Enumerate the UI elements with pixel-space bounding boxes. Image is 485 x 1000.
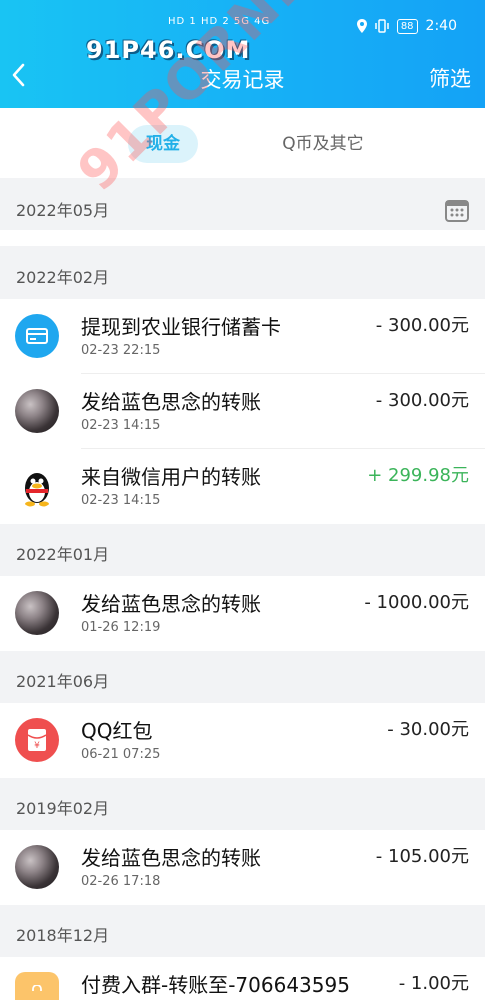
battery-level: 88 — [396, 18, 418, 34]
qq-penguin-icon — [15, 464, 59, 508]
item-title: 付费入群-转账至-706643595 — [81, 973, 350, 997]
transaction-list: 提现到农业银行储蓄卡 02-23 22:15 - 300.00元 发给蓝色思念的… — [0, 299, 485, 524]
item-amount: - 1.00元 — [398, 973, 469, 994]
item-title: 提现到农业银行储蓄卡 — [81, 315, 281, 339]
transaction-list: ¥ QQ红包 06-21 07:25 - 30.00元 — [0, 703, 485, 778]
header-bar: HD 1 HD 2 5G 4G 88 2:40 91P46.COM 交易记录 筛… — [0, 0, 485, 108]
item-title: 发给蓝色思念的转账 — [81, 846, 261, 870]
user-avatar — [15, 591, 59, 635]
item-title: 发给蓝色思念的转账 — [81, 390, 261, 414]
item-amount: - 105.00元 — [375, 846, 469, 867]
item-title: QQ红包 — [81, 719, 153, 743]
item-time: 06-21 07:25 — [81, 747, 161, 762]
nav-bar: 交易记录 筛选 — [0, 58, 485, 98]
list-item[interactable]: 付费入群-转账至-706643595 - 1.00元 — [0, 957, 485, 1000]
item-amount: - 1000.00元 — [364, 592, 469, 613]
item-amount: - 300.00元 — [375, 390, 469, 411]
section-month: 2019年02月 — [16, 799, 110, 818]
item-amount: + 299.98元 — [367, 465, 469, 486]
section-month: 2022年02月 — [16, 268, 110, 287]
calendar-icon[interactable] — [445, 198, 469, 222]
transaction-list: 发给蓝色思念的转账 01-26 12:19 - 1000.00元 — [0, 576, 485, 651]
section-header: 2022年01月 — [0, 524, 485, 576]
clock: 2:40 — [425, 18, 457, 34]
page-title: 交易记录 — [200, 68, 285, 92]
shopping-bag-icon — [15, 972, 59, 1000]
transaction-list: 发给蓝色思念的转账 02-26 17:18 - 105.00元 — [0, 830, 485, 905]
month-list-partial — [0, 230, 485, 246]
tab-bar: 现金 Q币及其它 — [0, 108, 485, 178]
item-title: 发给蓝色思念的转账 — [81, 592, 261, 616]
section-header: 2018年12月 — [0, 905, 485, 957]
item-time: 02-23 22:15 — [81, 343, 161, 358]
location-icon — [356, 19, 367, 33]
list-item[interactable]: 发给蓝色思念的转账 02-26 17:18 - 105.00元 — [0, 830, 485, 905]
item-amount: - 30.00元 — [387, 719, 469, 740]
bank-card-icon — [15, 314, 59, 358]
item-time: 02-26 17:18 — [81, 874, 161, 889]
list-item[interactable]: ¥ QQ红包 06-21 07:25 - 30.00元 — [0, 703, 485, 778]
user-avatar — [15, 389, 59, 433]
item-title: 来自微信用户的转账 — [81, 465, 261, 489]
item-time: 02-23 14:15 — [81, 418, 161, 433]
filter-button[interactable]: 筛选 — [429, 63, 471, 93]
signal-indicators: HD 1 HD 2 5G 4G — [168, 16, 271, 27]
vibrate-icon — [375, 19, 389, 33]
list-item[interactable]: 来自微信用户的转账 02-23 14:15 + 299.98元 — [0, 449, 485, 524]
list-item[interactable]: 发给蓝色思念的转账 02-23 14:15 - 300.00元 — [0, 374, 485, 449]
section-month: 2021年06月 — [16, 672, 110, 691]
list-item[interactable]: 发给蓝色思念的转账 01-26 12:19 - 1000.00元 — [0, 576, 485, 651]
status-right: 88 2:40 — [356, 18, 457, 34]
user-avatar — [15, 845, 59, 889]
tab-qcoin[interactable]: Q币及其它 — [268, 125, 378, 163]
svg-text:¥: ¥ — [34, 741, 40, 751]
transaction-list: 付费入群-转账至-706643595 - 1.00元 — [0, 957, 485, 1000]
section-header: 2019年02月 — [0, 778, 485, 830]
section-month: 2022年01月 — [16, 545, 110, 564]
red-packet-icon: ¥ — [15, 718, 59, 762]
list-item[interactable]: 提现到农业银行储蓄卡 02-23 22:15 - 300.00元 — [0, 299, 485, 374]
item-time: 02-23 14:15 — [81, 493, 161, 508]
section-header: 2022年02月 — [0, 246, 485, 299]
section-header: 2021年06月 — [0, 651, 485, 703]
item-time: 01-26 12:19 — [81, 620, 161, 635]
section-month: 2022年05月 — [16, 201, 110, 220]
section-month: 2018年12月 — [16, 926, 110, 945]
item-amount: - 300.00元 — [375, 315, 469, 336]
tab-cash[interactable]: 现金 — [128, 125, 198, 163]
